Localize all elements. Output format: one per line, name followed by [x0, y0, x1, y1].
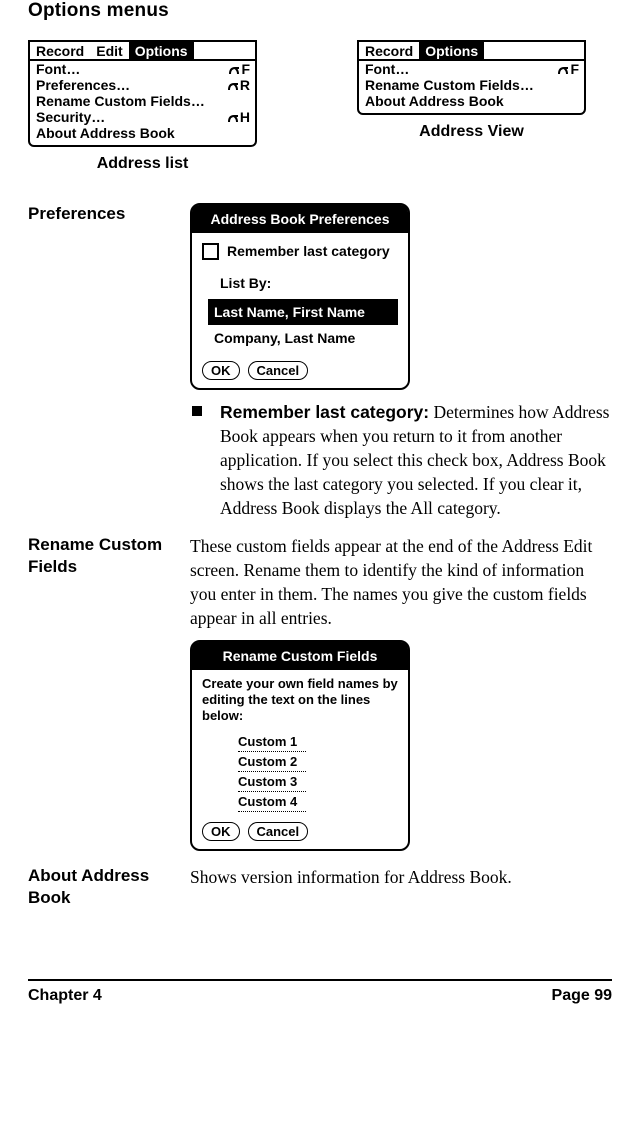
footer-page: Page 99 — [552, 987, 612, 1005]
menu-item-label: Font… — [36, 61, 80, 77]
menu-tab-record[interactable]: Record — [30, 42, 90, 59]
list-by-label: List By: — [220, 271, 398, 295]
cancel-button[interactable]: Cancel — [248, 361, 309, 380]
shortcut-icon: H — [228, 109, 249, 125]
term-about-address-book: About Address Book — [28, 865, 178, 909]
figure-caption-address-list: Address list — [97, 155, 189, 173]
dialog-title: Address Book Preferences — [192, 205, 408, 233]
menu-item-rename-custom[interactable]: Rename Custom Fields… — [365, 77, 578, 93]
menu-item-about[interactable]: About Address Book — [36, 125, 249, 141]
menu-item-font[interactable]: Font… F — [36, 61, 249, 77]
remember-category-description: Remember last category: Determines how A… — [220, 400, 612, 520]
custom-field-1[interactable]: Custom 1 — [238, 732, 398, 752]
menu-tab-record[interactable]: Record — [359, 42, 419, 59]
options-menu-address-view: Record Options Font… F Rename Custom Fie… — [357, 40, 586, 115]
menu-item-security[interactable]: Security… H — [36, 109, 249, 125]
custom-field-2[interactable]: Custom 2 — [238, 752, 398, 772]
dialog-title: Rename Custom Fields — [192, 642, 408, 670]
about-description: Shows version information for Address Bo… — [190, 865, 612, 889]
cancel-button[interactable]: Cancel — [248, 822, 309, 841]
menu-item-label: Preferences… — [36, 77, 130, 93]
shortcut-icon: F — [558, 61, 578, 77]
bullet-icon — [192, 406, 202, 416]
preferences-dialog: Address Book Preferences Remember last c… — [190, 203, 410, 390]
ok-button[interactable]: OK — [202, 822, 240, 841]
rename-instruction: Create your own field names by editing t… — [202, 676, 398, 724]
menu-tab-options[interactable]: Options — [129, 42, 194, 59]
menu-item-label: Security… — [36, 109, 105, 125]
remember-category-checkbox[interactable] — [202, 243, 219, 260]
menu-item-font[interactable]: Font… F — [365, 61, 578, 77]
shortcut-icon: F — [229, 61, 249, 77]
menu-item-about[interactable]: About Address Book — [365, 93, 578, 109]
menu-item-label: Rename Custom Fields… — [365, 77, 534, 93]
listby-option-name[interactable]: Last Name, First Name — [208, 299, 398, 325]
menu-item-preferences[interactable]: Preferences… R — [36, 77, 249, 93]
menu-item-rename-custom[interactable]: Rename Custom Fields… — [36, 93, 249, 109]
menu-item-label: Rename Custom Fields… — [36, 93, 205, 109]
term-preferences: Preferences — [28, 203, 178, 225]
figure-caption-address-view: Address View — [419, 123, 524, 141]
options-menu-address-list: Record Edit Options Font… F Preferences…… — [28, 40, 257, 147]
listby-option-company[interactable]: Company, Last Name — [208, 325, 398, 351]
ok-button[interactable]: OK — [202, 361, 240, 380]
menu-tab-options[interactable]: Options — [419, 42, 484, 59]
menu-item-label: About Address Book — [36, 125, 175, 141]
rename-custom-description: These custom fields appear at the end of… — [190, 534, 612, 630]
section-title: Options menus — [28, 0, 612, 22]
menu-item-label: About Address Book — [365, 93, 504, 109]
footer-chapter: Chapter 4 — [28, 987, 102, 1005]
custom-field-3[interactable]: Custom 3 — [238, 772, 398, 792]
custom-field-4[interactable]: Custom 4 — [238, 792, 398, 812]
checkbox-label: Remember last category — [227, 239, 390, 263]
term-rename-custom-fields: Rename Custom Fields — [28, 534, 178, 578]
rename-custom-dialog: Rename Custom Fields Create your own fie… — [190, 640, 410, 851]
menu-item-label: Font… — [365, 61, 409, 77]
shortcut-icon: R — [228, 77, 249, 93]
menu-tab-edit[interactable]: Edit — [90, 42, 128, 59]
